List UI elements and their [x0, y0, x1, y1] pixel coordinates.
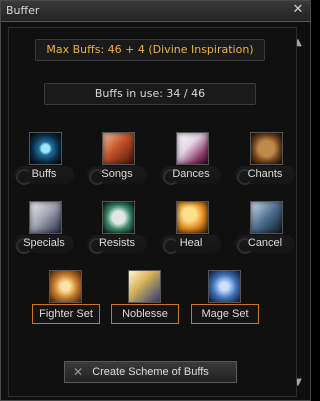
create-scheme-label: Create Scheme of Buffs — [92, 366, 209, 378]
mage-set[interactable]: Mage Set — [191, 270, 259, 328]
heal-icon — [176, 201, 209, 234]
crossed-swords-icon: ✕ — [72, 365, 84, 379]
noblesse-icon — [128, 270, 161, 303]
category-label: Dances — [172, 168, 210, 180]
category-buffs[interactable]: Buffs — [14, 132, 74, 196]
category-cancel[interactable]: Cancel — [235, 201, 295, 265]
max-buffs-text: Max Buffs: 46 + 4 (Divine Inspiration) — [35, 39, 265, 61]
mage-set-button[interactable]: Mage Set — [191, 304, 259, 324]
category-resists[interactable]: Resists — [87, 201, 147, 265]
dances-icon — [176, 132, 209, 165]
fighter-set-icon — [49, 270, 82, 303]
category-dances[interactable]: Dances — [161, 132, 221, 196]
noblesse-button[interactable]: Noblesse — [111, 304, 179, 324]
buffer-content: Max Buffs: 46 + 4 (Divine Inspiration) B… — [8, 27, 297, 397]
specials-icon — [29, 201, 62, 234]
window-title: Buffer — [6, 4, 40, 17]
buffs-icon — [29, 132, 62, 165]
fighter-set[interactable]: Fighter Set — [32, 270, 100, 328]
create-scheme-button[interactable]: ✕ Create Scheme of Buffs — [64, 361, 237, 383]
cancel-icon — [250, 201, 283, 234]
category-label: Heal — [179, 237, 203, 249]
category-label: Cancel — [247, 237, 283, 249]
buffs-in-use-text: Buffs in use: 34 / 46 — [44, 83, 256, 105]
category-label: Buffs — [31, 168, 57, 180]
title-bar[interactable]: Buffer ✕ — [1, 1, 310, 22]
category-label: Resists — [98, 237, 136, 249]
category-songs[interactable]: Songs — [87, 132, 147, 196]
category-label: Chants — [247, 168, 283, 180]
category-specials[interactable]: Specials — [14, 201, 74, 265]
fighter-set-button[interactable]: Fighter Set — [32, 304, 100, 324]
noblesse-set[interactable]: Noblesse — [111, 270, 179, 328]
close-icon[interactable]: ✕ — [291, 3, 305, 17]
category-label: Songs — [101, 168, 133, 180]
buffer-window: Buffer ✕ ▲ ▼ Max Buffs: 46 + 4 (Divine I… — [0, 0, 311, 401]
category-label: Specials — [23, 237, 65, 249]
chants-icon — [250, 132, 283, 165]
category-chants[interactable]: Chants — [235, 132, 295, 196]
resists-icon — [102, 201, 135, 234]
mage-set-icon — [208, 270, 241, 303]
songs-icon — [102, 132, 135, 165]
category-heal[interactable]: Heal — [161, 201, 221, 265]
